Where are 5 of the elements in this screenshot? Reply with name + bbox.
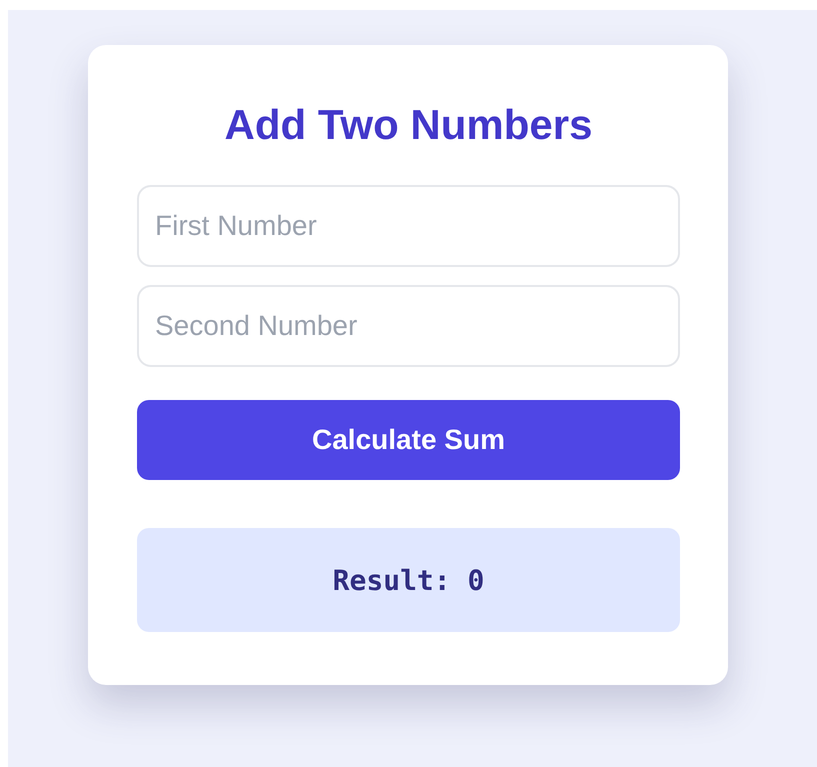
calculate-button[interactable]: Calculate Sum: [137, 400, 680, 480]
result-text: Result: 0: [332, 564, 484, 596]
number-field[interactable]: First Number: [137, 185, 680, 267]
form-title: Add Two Numbers: [224, 100, 594, 150]
number-field[interactable]: Second Number: [137, 285, 680, 367]
